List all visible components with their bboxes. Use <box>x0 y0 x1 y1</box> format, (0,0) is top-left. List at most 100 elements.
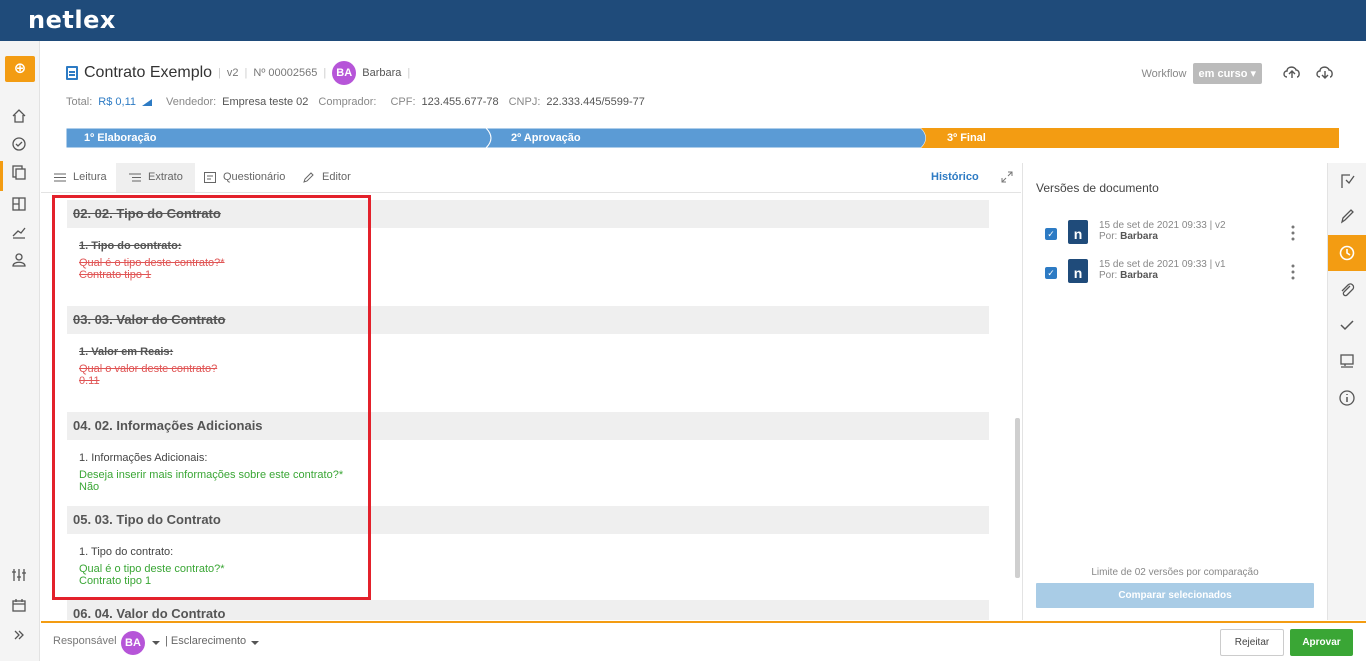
responsible-avatar[interactable]: BA <box>121 631 145 655</box>
section-title: 05. 03. Tipo do Contrato <box>67 506 989 534</box>
section-title: 06. 04. Valor do Contrato <box>67 600 989 620</box>
divider: | <box>407 67 411 79</box>
question-prompt: Qual é o tipo deste contrato?* <box>79 257 225 269</box>
edit-icon <box>303 172 314 183</box>
tab-editor[interactable]: Editor <box>290 163 363 192</box>
question-prompt: Deseja inserir mais informações sobre es… <box>79 469 344 481</box>
app-menu-icon[interactable]: ⊕ <box>5 56 35 82</box>
question-label: 1. Tipo do contrato: <box>79 240 182 252</box>
document-title[interactable]: Contrato Exemplo <box>84 64 212 82</box>
active-indicator <box>0 161 3 191</box>
expand-icon[interactable] <box>10 626 28 644</box>
comment-icon[interactable] <box>1338 352 1356 370</box>
tab-extrato-label: Extrato <box>148 171 183 183</box>
cnpj-value: 22.333.445/5599-77 <box>546 96 645 108</box>
cloud-download-icon[interactable] <box>1314 63 1336 81</box>
clarification-dropdown[interactable]: | Esclarecimento <box>165 635 246 647</box>
responsible-label: Responsável <box>53 635 117 647</box>
home-icon[interactable] <box>10 107 28 125</box>
list-indent-icon <box>129 173 141 182</box>
check-icon[interactable] <box>1338 316 1356 334</box>
more-options-icon[interactable] <box>1291 225 1295 241</box>
section-title: 03. 03. Valor do Contrato <box>67 306 989 334</box>
user-name: Barbara <box>362 67 402 79</box>
calendar-icon[interactable] <box>10 596 28 614</box>
seller-value: Empresa teste 02 <box>222 96 309 108</box>
question-label: 1. Valor em Reais: <box>79 346 174 358</box>
netlex-doc-icon: n <box>1068 259 1088 283</box>
approve-button[interactable]: Aprovar <box>1290 629 1353 656</box>
tab-extrato[interactable]: Extrato <box>116 163 195 192</box>
left-sidebar: ⊕ <box>0 41 40 661</box>
more-options-icon[interactable] <box>1291 264 1295 280</box>
total-value: R$ 0,11 <box>98 96 137 108</box>
chevron-down-icon[interactable] <box>152 641 160 645</box>
avatar[interactable]: BA <box>332 61 357 85</box>
clock-check-icon[interactable] <box>10 135 28 153</box>
stage-bar-shapes <box>66 128 1339 148</box>
workflow-status-dropdown[interactable]: em curso ▾ <box>1192 63 1262 84</box>
version-checkbox[interactable]: ✓ <box>1045 267 1057 279</box>
cnpj-label: CNPJ: <box>508 96 541 108</box>
question-answer: 0.11 <box>79 375 100 387</box>
question-answer: Contrato tipo 1 <box>79 269 152 281</box>
version-item[interactable]: ✓ n 15 de set de 2021 09:33 | v2 Por: Ba… <box>1043 220 1313 252</box>
version-date: 15 de set de 2021 09:33 | v2 <box>1099 220 1226 231</box>
compare-selected-button[interactable]: Comparar selecionados <box>1036 583 1314 608</box>
question-answer: Contrato tipo 1 <box>79 575 152 587</box>
tab-leitura-label: Leitura <box>73 171 107 183</box>
divider: | <box>323 67 327 79</box>
divider: | <box>218 67 221 79</box>
view-tabs: Leitura Extrato Questionário Editor Hist… <box>41 163 1021 193</box>
versions-title: Versões de documento <box>1036 181 1159 195</box>
fullscreen-icon[interactable] <box>1001 171 1013 183</box>
cloud-upload-icon[interactable] <box>1281 63 1303 81</box>
top-bar: netlex <box>0 0 1366 41</box>
user-icon[interactable] <box>10 251 28 269</box>
info-icon[interactable] <box>1338 389 1356 407</box>
paperclip-icon[interactable] <box>1338 281 1356 299</box>
stage-final[interactable]: 3º Final <box>929 128 986 148</box>
version-item[interactable]: ✓ n 15 de set de 2021 09:33 | v1 Por: Ba… <box>1043 259 1313 291</box>
tab-questionario-label: Questionário <box>223 171 286 183</box>
total-trend-icon <box>142 98 153 106</box>
scrollbar-thumb[interactable] <box>1015 418 1020 578</box>
tab-questionario[interactable]: Questionário <box>191 163 297 192</box>
question-prompt: Qual o valor deste contrato? <box>79 363 218 375</box>
version-checkbox[interactable]: ✓ <box>1045 228 1057 240</box>
board-icon[interactable] <box>10 195 28 213</box>
cpf-value: 123.455.677-78 <box>421 96 499 108</box>
flag-icon[interactable] <box>1338 172 1356 190</box>
chart-icon[interactable] <box>10 223 28 241</box>
question-label: 1. Tipo do contrato: <box>79 546 174 558</box>
document-number: Nº 00002565 <box>253 67 318 79</box>
document-icon <box>66 66 78 80</box>
total-label: Total: <box>66 96 93 108</box>
stage-aprovacao[interactable]: 2º Aprovação <box>493 128 581 148</box>
pen-icon[interactable] <box>1338 207 1356 225</box>
history-icon[interactable] <box>1338 244 1356 262</box>
lines-icon <box>54 173 66 182</box>
versions-panel: Versões de documento ✓ n 15 de set de 20… <box>1022 163 1327 620</box>
comparison-limit-text: Limite de 02 versões por comparação <box>1091 567 1259 578</box>
document-version: v2 <box>226 67 239 79</box>
stage-elaboracao[interactable]: 1º Elaboração <box>66 128 157 148</box>
document-header: Contrato Exemplo | v2 | Nº 00002565 | BA… <box>66 61 411 85</box>
version-author: Por: Barbara <box>1099 270 1158 281</box>
reject-button[interactable]: Rejeitar <box>1220 629 1284 656</box>
historico-link[interactable]: Histórico <box>931 163 979 192</box>
chevron-down-icon[interactable] <box>251 641 259 645</box>
version-date: 15 de set de 2021 09:33 | v1 <box>1099 259 1226 270</box>
documents-icon[interactable] <box>10 163 28 181</box>
section-title: 02. 02. Tipo do Contrato <box>67 200 989 228</box>
seller-label: Vendedor: <box>166 96 217 108</box>
comparison-content: 02. 02. Tipo do Contrato 1. Tipo do cont… <box>41 194 1021 620</box>
footer-bar: Responsável BA | Esclarecimento Rejeitar… <box>41 621 1366 661</box>
netlex-logo[interactable]: netlex <box>28 6 116 34</box>
workflow-stages: 1º Elaboração 2º Aprovação 3º Final <box>66 128 1339 148</box>
sliders-icon[interactable] <box>10 566 28 584</box>
tab-leitura[interactable]: Leitura <box>41 163 119 192</box>
question-prompt: Qual é o tipo deste contrato?* <box>79 563 225 575</box>
form-icon <box>204 172 216 183</box>
divider: | <box>244 67 248 79</box>
